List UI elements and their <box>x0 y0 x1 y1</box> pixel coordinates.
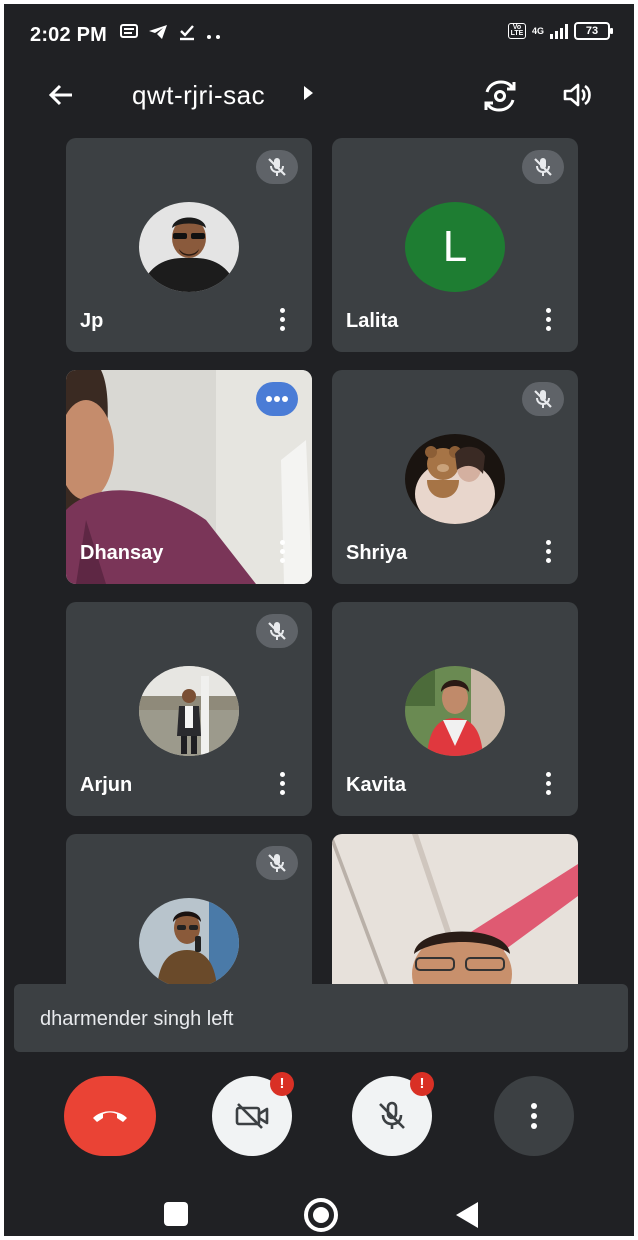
more-vert-icon <box>531 1103 537 1129</box>
participant-more-icon[interactable] <box>546 540 552 567</box>
video-feed <box>332 834 578 994</box>
notification-icons <box>120 23 222 46</box>
participant-name: Kavita <box>346 774 407 796</box>
audio-output-button[interactable] <box>560 78 594 112</box>
camera-off-icon <box>235 1103 269 1129</box>
network-type: 4G <box>531 25 544 36</box>
microphone-toggle-button[interactable]: ! <box>352 1072 434 1156</box>
participant-tile-8[interactable] <box>332 834 578 994</box>
avatar-photo <box>405 666 505 756</box>
battery-level: 73 <box>585 25 599 37</box>
participant-name: Jp <box>80 310 104 332</box>
signal-icon <box>550 23 568 39</box>
mic-off-icon <box>256 614 298 648</box>
participant-name: Dhansay <box>80 542 164 564</box>
download-done-icon <box>178 23 196 46</box>
participant-tile-jp[interactable]: Jp <box>66 138 312 352</box>
speaking-indicator-icon <box>256 382 298 416</box>
status-time: 2:02 PM <box>30 24 107 46</box>
participant-more-icon[interactable] <box>280 772 286 799</box>
system-nav-bar <box>4 1176 634 1236</box>
toast-notification: dharmender singh left <box>14 984 628 1052</box>
meeting-code[interactable]: qwt-rjri-sac <box>132 80 265 111</box>
participant-name: Arjun <box>80 774 133 796</box>
back-button[interactable] <box>44 78 78 112</box>
home-button[interactable] <box>304 1198 338 1232</box>
switch-camera-icon <box>484 80 516 112</box>
participant-more-icon[interactable] <box>546 772 552 799</box>
participant-more-icon[interactable] <box>546 308 552 335</box>
participant-tile-lalita[interactable]: L Lalita <box>332 138 578 352</box>
mic-off-icon <box>379 1101 405 1129</box>
participant-name: Shriya <box>346 542 408 564</box>
phone-hangup-icon <box>93 1111 127 1122</box>
participant-name: Lalita <box>346 310 399 332</box>
mic-off-icon <box>522 150 564 184</box>
hang-up-button[interactable] <box>64 1076 156 1156</box>
speaker-icon <box>563 83 591 107</box>
more-options-button[interactable] <box>494 1076 574 1156</box>
switch-camera-button[interactable] <box>480 76 520 116</box>
battery-icon: 73 <box>574 22 613 40</box>
participant-more-icon[interactable] <box>280 540 286 567</box>
mic-off-icon <box>522 382 564 416</box>
system-indicators: Vo LTE 4G 73 <box>507 22 613 40</box>
phone-screen: 2:02 PM Vo LTE 4G 73 qwt-rjri-sac Jp L L… <box>4 4 634 1236</box>
more-notifications-icon <box>206 25 222 45</box>
participant-more-icon[interactable] <box>280 308 286 335</box>
participant-tile-7[interactable] <box>66 834 312 994</box>
avatar-letter: L <box>405 202 505 292</box>
avatar-photo <box>405 434 505 524</box>
participant-tile-kavita[interactable]: Kavita <box>332 602 578 816</box>
avatar-photo <box>139 666 239 756</box>
status-bar: 2:02 PM Vo LTE 4G 73 <box>4 4 634 60</box>
caret-right-icon[interactable] <box>304 86 313 100</box>
recents-button[interactable] <box>164 1202 188 1226</box>
camera-alert-badge: ! <box>270 1072 294 1096</box>
mic-off-icon <box>256 846 298 880</box>
mic-off-icon <box>256 150 298 184</box>
telegram-icon <box>148 24 168 45</box>
participant-tile-dhansay[interactable]: Dhansay <box>66 370 312 584</box>
system-back-button[interactable] <box>456 1202 478 1228</box>
avatar-photo <box>139 898 239 988</box>
toast-message: dharmender singh left <box>40 1008 234 1030</box>
arrow-left-icon <box>48 84 72 106</box>
mic-alert-badge: ! <box>410 1072 434 1096</box>
avatar-photo <box>139 202 239 292</box>
participant-tile-shriya[interactable]: Shriya <box>332 370 578 584</box>
message-icon <box>120 24 138 45</box>
participant-tile-arjun[interactable]: Arjun <box>66 602 312 816</box>
meeting-header: qwt-rjri-sac <box>4 64 634 124</box>
camera-toggle-button[interactable]: ! <box>212 1072 294 1156</box>
network-label: 4G <box>531 25 544 36</box>
volte-icon: Vo LTE <box>507 23 526 39</box>
